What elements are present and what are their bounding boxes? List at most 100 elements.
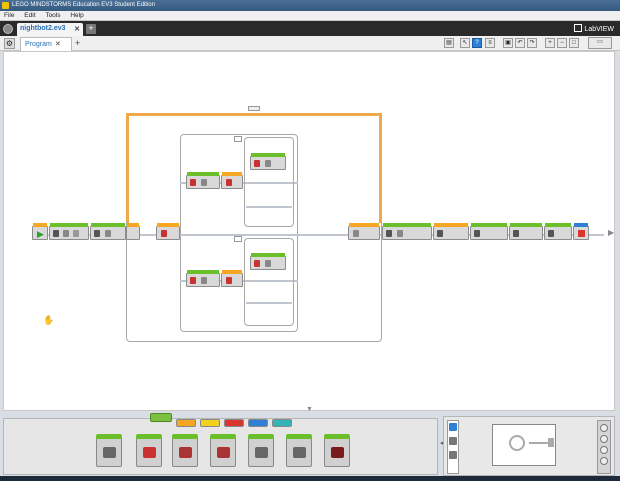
labview-brand: LabVIEW bbox=[574, 24, 614, 33]
move-block-1[interactable] bbox=[49, 223, 89, 240]
mode-icon bbox=[265, 260, 271, 267]
move-tank-icon bbox=[217, 447, 230, 458]
loop-top-rail bbox=[126, 113, 382, 116]
palette-display-block[interactable] bbox=[248, 434, 274, 467]
stop-program-block[interactable] bbox=[573, 223, 589, 240]
project-tab[interactable]: nightbot2.ev3 ✕ bbox=[17, 23, 83, 36]
switch-case-true-icon[interactable] bbox=[234, 136, 242, 142]
list-icon[interactable]: ≡ bbox=[485, 38, 495, 48]
comment-icon[interactable]: ▤ bbox=[444, 38, 454, 48]
zoom-in-icon[interactable]: + bbox=[545, 38, 555, 48]
upper-move-block[interactable] bbox=[186, 172, 220, 189]
upper-nested-move-block[interactable] bbox=[250, 153, 286, 170]
loop-end-block[interactable] bbox=[348, 223, 380, 240]
display-icon bbox=[255, 447, 268, 458]
palette-tab-flow[interactable] bbox=[176, 419, 196, 427]
motor-icon bbox=[190, 277, 196, 284]
window-title: LEGO MINDSTORMS Education EV3 Student Ed… bbox=[12, 2, 155, 8]
loop-left-rail bbox=[126, 113, 129, 223]
palette-tab-data[interactable] bbox=[224, 419, 244, 427]
menu-bar: File Edit Tools Help bbox=[0, 11, 620, 21]
motor-icon bbox=[386, 230, 392, 237]
lower-move-block[interactable] bbox=[186, 270, 220, 287]
hardware-tabs bbox=[447, 420, 459, 474]
programming-palette bbox=[3, 413, 438, 475]
stop-icon[interactable] bbox=[600, 457, 608, 465]
move-block-2[interactable] bbox=[90, 223, 126, 240]
menu-tools[interactable]: Tools bbox=[41, 11, 64, 21]
save-icon[interactable]: ▣ bbox=[503, 38, 513, 48]
brick-display bbox=[492, 424, 556, 466]
upper-switch-block[interactable] bbox=[221, 172, 243, 189]
bottom-panel: ▼ ◀ bbox=[0, 406, 620, 481]
palette-brick-status-light-block[interactable] bbox=[324, 434, 350, 467]
run-selected-icon[interactable] bbox=[600, 446, 608, 454]
zoom-out-icon[interactable]: − bbox=[557, 38, 567, 48]
download-icon[interactable] bbox=[600, 424, 608, 432]
home-icon[interactable] bbox=[3, 24, 13, 34]
zoom-fit-icon[interactable]: □ bbox=[569, 38, 579, 48]
mode-icon bbox=[201, 277, 207, 284]
download-run-icon[interactable] bbox=[600, 435, 608, 443]
add-program-button[interactable]: + bbox=[75, 39, 83, 48]
project-tab-label: nightbot2.ev3 bbox=[20, 25, 66, 32]
palette-move-tank-block[interactable] bbox=[210, 434, 236, 467]
port-view-icon[interactable] bbox=[449, 437, 457, 445]
lower-nested-switch bbox=[244, 238, 294, 326]
after-loop-block-1[interactable] bbox=[382, 223, 432, 240]
available-bricks-icon[interactable] bbox=[449, 451, 457, 459]
program-tab[interactable]: Program ✕ bbox=[20, 37, 72, 51]
wrench-icon[interactable]: ⚙ bbox=[4, 38, 15, 49]
move-steering-icon bbox=[179, 447, 192, 458]
status-light-icon bbox=[331, 447, 344, 458]
pointer-icon[interactable]: ↖ bbox=[460, 38, 470, 48]
redo-icon[interactable]: ↷ bbox=[527, 38, 537, 48]
mode-icon bbox=[105, 230, 111, 237]
sensor-icon bbox=[226, 179, 232, 186]
program-tab-bar: ⚙ Program ✕ + ▤ ↖ ? ≡ ▣ ↶ ↷ + − □ ▭ bbox=[0, 36, 620, 51]
menu-file[interactable]: File bbox=[0, 11, 18, 21]
help-icon[interactable]: ? bbox=[472, 38, 482, 48]
palette-tab-advanced[interactable] bbox=[248, 419, 268, 427]
sensor-icon bbox=[226, 277, 232, 284]
lower-switch-block[interactable] bbox=[221, 270, 243, 287]
program-tab-label: Program bbox=[25, 41, 52, 48]
start-block[interactable]: ▶ bbox=[32, 223, 48, 240]
palette-sound-block[interactable] bbox=[286, 434, 312, 467]
wait-icon bbox=[437, 230, 443, 237]
palette-tab-action[interactable] bbox=[150, 413, 172, 422]
upper-nested-switch bbox=[244, 137, 294, 227]
brick-info-icon[interactable] bbox=[449, 423, 457, 431]
programming-canvas[interactable]: ▶ ▶ ✋ bbox=[3, 51, 615, 411]
loop-label-icon[interactable] bbox=[248, 106, 260, 111]
palette-tab-myblocks[interactable] bbox=[272, 419, 292, 427]
after-loop-block-5[interactable] bbox=[544, 223, 572, 240]
menu-edit[interactable]: Edit bbox=[20, 11, 39, 21]
after-loop-block-2[interactable] bbox=[433, 223, 469, 240]
lower-nested-lower-beam bbox=[246, 302, 292, 304]
labview-label: LabVIEW bbox=[584, 26, 614, 33]
motor-icon bbox=[254, 260, 260, 267]
palette-large-motor-block[interactable] bbox=[136, 434, 162, 467]
add-project-button[interactable]: + bbox=[86, 24, 96, 34]
switch-case-false-icon[interactable] bbox=[234, 236, 242, 242]
close-project-icon[interactable]: ✕ bbox=[74, 25, 80, 33]
motor-icon bbox=[254, 160, 260, 167]
palette-medium-motor-block[interactable] bbox=[96, 434, 122, 467]
project-tab-bar: nightbot2.ev3 ✕ + LabVIEW bbox=[0, 21, 620, 36]
switch-block[interactable] bbox=[156, 223, 180, 240]
palette-move-steering-block[interactable] bbox=[172, 434, 198, 467]
undo-icon[interactable]: ↶ bbox=[515, 38, 525, 48]
palette-tab-sensor[interactable] bbox=[200, 419, 220, 427]
after-loop-block-4[interactable] bbox=[509, 223, 543, 240]
after-loop-block-3[interactable] bbox=[470, 223, 508, 240]
loop-start-block[interactable] bbox=[126, 223, 140, 240]
close-program-icon[interactable]: ✕ bbox=[55, 41, 61, 48]
menu-help[interactable]: Help bbox=[66, 11, 87, 21]
collapse-palette-icon[interactable]: ▼ bbox=[306, 406, 313, 413]
mode-icon bbox=[63, 230, 69, 237]
lower-nested-move-block[interactable] bbox=[250, 253, 286, 270]
motor-icon bbox=[474, 230, 480, 237]
download-run-icon[interactable]: ▭ bbox=[588, 37, 612, 49]
canvas-scroll-right-icon[interactable]: ▶ bbox=[608, 228, 614, 237]
